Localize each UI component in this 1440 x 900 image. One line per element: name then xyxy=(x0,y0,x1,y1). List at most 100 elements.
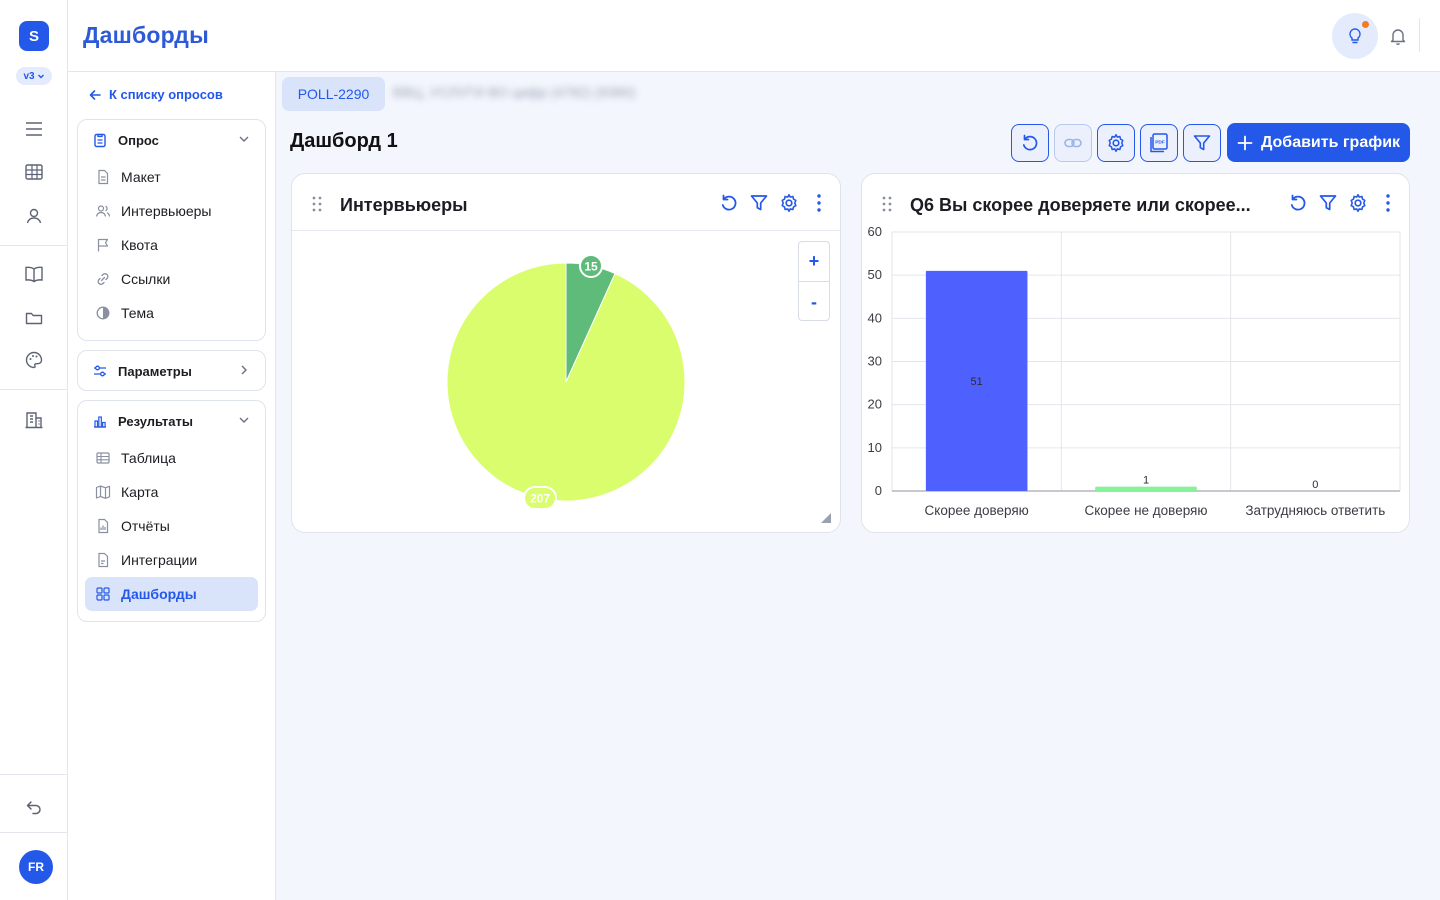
y-tick-label: 50 xyxy=(868,267,882,282)
card-header: Q6 Вы скорее доверяете или скорее... xyxy=(862,174,1409,231)
x-tick-label: Скорее не доверяю xyxy=(1084,503,1207,518)
sidebar-item-label: Макет xyxy=(121,169,161,185)
chevron-down-icon xyxy=(239,417,249,423)
svg-text:15: 15 xyxy=(584,260,598,274)
sidebar-item-map[interactable]: Карта xyxy=(78,475,265,509)
map-icon xyxy=(95,485,111,499)
page-title: Дашборды xyxy=(83,22,209,48)
more-vertical-icon[interactable] xyxy=(1377,192,1399,214)
chevron-down-icon xyxy=(239,136,249,142)
chart-card-interviewers: Интервьюеры 15 207 + - xyxy=(291,173,841,533)
sidebar-item-label: Ссылки xyxy=(121,271,171,287)
sidebar-item-label: Квота xyxy=(121,237,158,253)
y-tick-label: 20 xyxy=(868,397,882,412)
undo-icon[interactable] xyxy=(22,795,46,819)
chart-card-q6: Q6 Вы скорее доверяете или скорее... 0 10… xyxy=(861,173,1410,533)
bell-icon[interactable] xyxy=(1386,24,1410,48)
survey-group-title: Опрос xyxy=(118,132,159,148)
sidebar-item-table[interactable]: Таблица xyxy=(78,441,265,475)
y-tick-label: 40 xyxy=(868,310,882,325)
resize-handle-icon[interactable] xyxy=(821,513,831,523)
add-chart-button[interactable]: Добавить график xyxy=(1227,123,1410,162)
notification-dot xyxy=(1362,21,1369,28)
app-logo[interactable]: S xyxy=(19,21,49,51)
chevron-down-icon xyxy=(37,74,44,79)
zoom-out-button[interactable]: - xyxy=(799,282,829,322)
sidebar-item-reports[interactable]: Отчёты xyxy=(78,509,265,543)
users-icon xyxy=(95,205,111,217)
survey-group-header[interactable]: Опрос xyxy=(78,120,265,160)
header-divider xyxy=(1419,18,1420,52)
sidebar-item-label: Тема xyxy=(121,305,154,321)
refresh-icon[interactable] xyxy=(718,192,740,214)
book-icon[interactable] xyxy=(22,262,46,286)
table-icon[interactable] xyxy=(22,160,46,184)
settings-icon xyxy=(1108,134,1124,152)
sidebar-item-label: Таблица xyxy=(121,450,176,466)
results-group-header[interactable]: Результаты xyxy=(78,401,265,441)
sidebar-item-label: Отчёты xyxy=(121,518,170,534)
x-tick-label: Затрудняюсь ответить xyxy=(1245,503,1385,518)
y-tick-label: 60 xyxy=(868,224,882,239)
card-title: Интервьюеры xyxy=(340,195,468,215)
refresh-icon[interactable] xyxy=(1287,192,1309,214)
sidebar-item-integrations[interactable]: Интеграции xyxy=(78,543,265,577)
refresh-button[interactable] xyxy=(1011,124,1049,162)
bar-chart-icon xyxy=(94,416,106,428)
poll-name: ВВЦ, УСЛУГИ ВО цифр (4782) (9380) xyxy=(393,84,636,100)
drag-handle-icon[interactable] xyxy=(312,196,322,212)
pie-data-label-0: 15 xyxy=(579,254,603,278)
building-icon[interactable] xyxy=(22,408,46,432)
sidebar-item-label: Дашборды xyxy=(121,586,197,602)
version-selector[interactable]: v3 xyxy=(16,67,52,85)
version-label: v3 xyxy=(23,70,35,82)
export-pdf-button[interactable]: PDF xyxy=(1140,124,1178,162)
menu-icon[interactable] xyxy=(22,117,46,141)
settings-icon[interactable] xyxy=(1347,192,1369,214)
user-icon[interactable] xyxy=(22,204,46,228)
sidebar-item-theme[interactable]: Тема xyxy=(78,296,265,330)
sidebar-item-interviewers[interactable]: Интервьюеры xyxy=(78,194,265,228)
back-to-surveys-link[interactable]: К списку опросов xyxy=(88,87,223,102)
document-icon xyxy=(98,169,109,185)
card-title: Q6 Вы скорее доверяете или скорее... xyxy=(910,195,1251,215)
contrast-icon xyxy=(96,306,110,320)
back-link-label: К списку опросов xyxy=(109,87,223,102)
drag-handle-icon[interactable] xyxy=(882,196,892,212)
bar-data-label: 51 xyxy=(971,376,983,388)
plus-icon xyxy=(1237,135,1253,150)
refresh-icon xyxy=(1022,134,1038,151)
share-link-button[interactable] xyxy=(1054,124,1092,162)
zoom-controls: + - xyxy=(798,241,830,321)
folder-icon[interactable] xyxy=(22,306,46,330)
filter-icon[interactable] xyxy=(748,192,770,214)
sidebar-item-links[interactable]: Ссылки xyxy=(78,262,265,296)
bar-chart: 0 10 20 30 40 50 60 51 Скорее доверяю 1 Скорее не … xyxy=(868,224,1401,518)
x-tick-label: Скорее доверяю xyxy=(925,503,1029,518)
tips-button[interactable] xyxy=(1332,13,1378,59)
parameters-group-header[interactable]: Параметры xyxy=(78,351,265,391)
zoom-in-button[interactable]: + xyxy=(799,242,829,282)
filter-icon[interactable] xyxy=(1317,192,1339,214)
palette-icon[interactable] xyxy=(22,348,46,372)
sidebar-item-layout[interactable]: Макет xyxy=(78,160,265,194)
survey-group: Опрос Макет Интервьюеры Квота Ссылки Тем… xyxy=(77,119,266,341)
more-vertical-icon[interactable] xyxy=(808,192,830,214)
chevron-right-icon xyxy=(241,365,247,375)
bar-1[interactable] xyxy=(1095,486,1197,491)
results-group-title: Результаты xyxy=(118,413,193,429)
add-chart-label: Добавить график xyxy=(1260,133,1401,151)
avatar[interactable]: FR xyxy=(19,850,53,884)
results-group: Результаты Таблица Карта Отчёты Интеграц… xyxy=(77,400,266,622)
dashboard-filter-button[interactable] xyxy=(1183,124,1221,162)
sidebar-item-dashboards[interactable]: Дашборды xyxy=(85,577,258,611)
sidebar-item-label: Интеграции xyxy=(121,552,198,568)
sidebar-item-quota[interactable]: Квота xyxy=(78,228,265,262)
poll-id-tab[interactable]: POLL-2290 xyxy=(282,77,385,111)
dashboard-settings-button[interactable] xyxy=(1097,124,1135,162)
pie-slice-1[interactable] xyxy=(446,262,686,502)
pie-chart: 15 207 xyxy=(446,254,686,510)
bar-data-label: 0 xyxy=(1312,479,1318,491)
parameters-group[interactable]: Параметры xyxy=(77,350,266,391)
settings-icon[interactable] xyxy=(778,192,800,214)
